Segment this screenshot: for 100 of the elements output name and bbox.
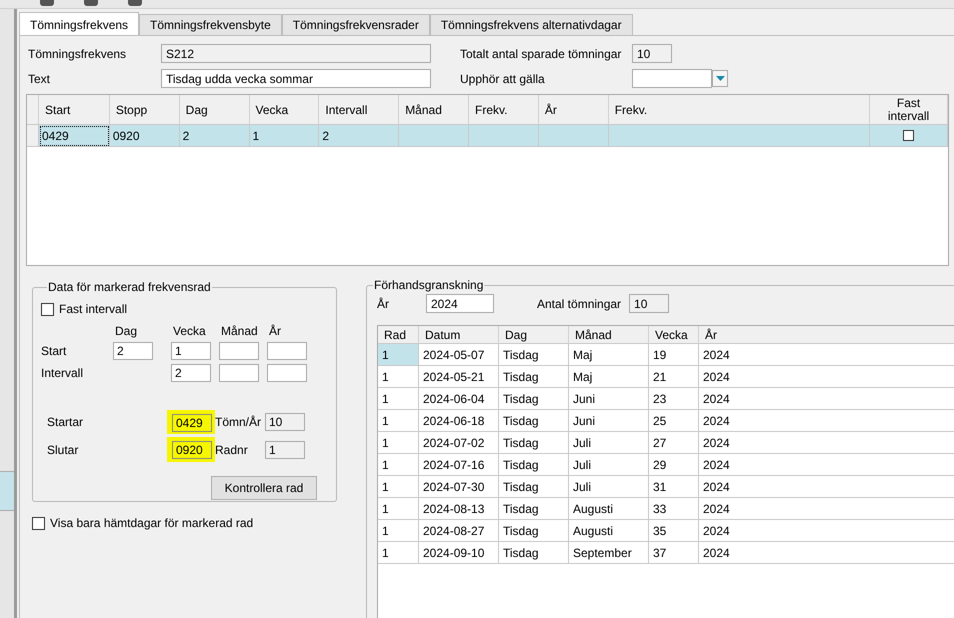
- column-header[interactable]: Frekv.: [469, 95, 539, 125]
- input-field[interactable]: [219, 342, 259, 360]
- table-cell: Tisdag: [499, 366, 569, 388]
- row-label: Slutar: [47, 442, 80, 456]
- row-header-cell[interactable]: [27, 125, 39, 147]
- column-header[interactable]: År: [699, 326, 954, 344]
- table-cell: 1: [378, 454, 419, 476]
- tab[interactable]: Tömningsfrekvens alternativdagar: [430, 14, 633, 35]
- table-cell: 2024: [699, 498, 954, 520]
- group-title: Förhandsgranskning: [373, 278, 484, 292]
- table-cell: [469, 125, 539, 147]
- grid-row[interactable]: 0429 0920 2 1 2: [27, 125, 948, 147]
- field-label: Upphör att gälla: [460, 72, 546, 86]
- table-cell: Maj: [569, 344, 649, 366]
- column-header[interactable]: Dag: [499, 326, 569, 344]
- input-field[interactable]: [267, 342, 307, 360]
- dropdown-button[interactable]: [712, 70, 728, 87]
- input-field[interactable]: [219, 364, 259, 382]
- field-label: Text: [28, 72, 52, 86]
- check-row-button[interactable]: Kontrollera rad: [211, 476, 317, 500]
- column-header[interactable]: År: [538, 95, 609, 125]
- checkbox[interactable]: [903, 130, 914, 141]
- table-cell: 2024-07-16: [419, 454, 499, 476]
- column-header[interactable]: Stopp: [110, 95, 180, 125]
- table-cell: [399, 125, 470, 147]
- time-field[interactable]: 0429: [172, 414, 212, 432]
- table-cell: 1: [378, 410, 419, 432]
- year-field[interactable]: 2024: [426, 294, 494, 313]
- table-cell: 1: [250, 125, 320, 147]
- table-cell: Tisdag: [499, 388, 569, 410]
- tab[interactable]: Tömningsfrekvensbyte: [139, 14, 282, 35]
- column-header[interactable]: Datum: [419, 326, 499, 344]
- table-cell: Tisdag: [499, 454, 569, 476]
- table-cell: Tisdag: [499, 344, 569, 366]
- table-cell: 2: [319, 125, 400, 147]
- table-cell: Maj: [569, 366, 649, 388]
- table-cell: 19: [649, 344, 699, 366]
- table-cell: Tisdag: [499, 476, 569, 498]
- table-cell: Tisdag: [499, 520, 569, 542]
- table-cell: Tisdag: [499, 498, 569, 520]
- field-label: Tömningsfrekvens: [28, 46, 128, 60]
- table-cell: 2024: [699, 432, 954, 454]
- table-cell: 2024: [699, 410, 954, 432]
- table-cell: 2024-05-21: [419, 366, 499, 388]
- checkbox[interactable]: [32, 516, 45, 530]
- date-field[interactable]: [632, 69, 712, 88]
- column-header[interactable]: Vecka: [250, 95, 320, 125]
- input-field[interactable]: 2: [113, 342, 153, 360]
- table-cell: Juli: [569, 432, 649, 454]
- table-cell: 2024-06-04: [419, 388, 499, 410]
- column-label: År: [268, 324, 282, 338]
- column-header[interactable]: Rad: [378, 326, 419, 344]
- table-cell: September: [569, 542, 649, 564]
- side-panel-cell: [0, 471, 14, 511]
- table-cell: 2024: [699, 520, 954, 542]
- time-field[interactable]: 0920: [172, 441, 212, 459]
- table-cell: 21: [649, 366, 699, 388]
- toolbar-icon[interactable]: [40, 0, 54, 6]
- table-cell: Juni: [569, 388, 649, 410]
- column-header[interactable]: Fast intervall: [870, 95, 948, 125]
- tab[interactable]: Tömningsfrekvens: [19, 12, 140, 36]
- table-cell: Tisdag: [499, 410, 569, 432]
- readonly-field: 10: [265, 413, 305, 431]
- table-cell: 0920: [110, 125, 180, 147]
- input-field[interactable]: 2: [171, 364, 211, 382]
- tab[interactable]: Tömningsfrekvensrader: [282, 14, 430, 35]
- toolbar-icon[interactable]: [84, 0, 98, 6]
- caret-icon: [716, 76, 724, 82]
- table-cell: 2024-05-07: [419, 344, 499, 366]
- field-label: Radnr: [215, 442, 249, 456]
- column-header[interactable]: Månad: [569, 326, 649, 344]
- column-header[interactable]: Start: [38, 95, 110, 125]
- table-cell: 0429: [38, 125, 110, 147]
- checkbox-label: Visa bara hämtdagar för markerad rad: [50, 516, 254, 530]
- table-cell: Tisdag: [499, 432, 569, 454]
- column-header[interactable]: Frekv.: [608, 95, 870, 125]
- column-header[interactable]: Månad: [399, 95, 470, 125]
- column-header[interactable]: Dag: [180, 95, 250, 125]
- table-cell: 33: [649, 498, 699, 520]
- readonly-field: 1: [265, 440, 305, 458]
- column-label: Månad: [220, 324, 259, 338]
- table-cell: 1: [378, 388, 419, 410]
- column-label: Dag: [114, 324, 138, 338]
- row-label: Startar: [47, 415, 84, 429]
- column-header[interactable]: Intervall: [319, 95, 400, 125]
- text-field[interactable]: Tisdag udda vecka sommar: [161, 69, 431, 88]
- table-cell: 1: [378, 344, 419, 366]
- input-field[interactable]: 1: [171, 342, 211, 360]
- table-cell: 2024-08-27: [419, 520, 499, 542]
- table-cell: 2: [180, 125, 250, 147]
- column-header[interactable]: Vecka: [649, 326, 699, 344]
- table-cell: 2024: [699, 542, 954, 564]
- table-cell: Juli: [569, 476, 649, 498]
- checkbox[interactable]: [41, 302, 54, 316]
- column-label: Vecka: [172, 324, 207, 338]
- table-cell: 2024-09-10: [419, 542, 499, 564]
- toolbar-icon[interactable]: [128, 0, 142, 6]
- input-field[interactable]: [267, 364, 307, 382]
- table-cell: 35: [649, 520, 699, 542]
- row-label: Intervall: [41, 366, 84, 380]
